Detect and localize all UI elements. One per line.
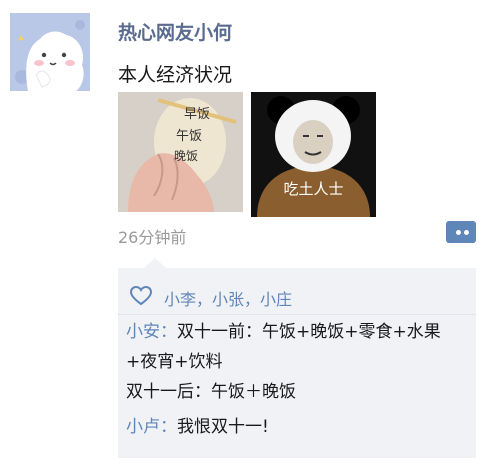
- post-image-hand-bun[interactable]: 早饭 午饭 晚饭: [118, 92, 243, 212]
- commenter-separator: ：: [160, 322, 177, 342]
- comment-text: 双十一后：午饭＋晚饭: [126, 382, 296, 402]
- heart-icon: [130, 286, 152, 306]
- meme-caption: 吃土人士: [283, 180, 344, 198]
- avatar-illustration: [10, 13, 90, 91]
- more-options-button[interactable]: [446, 221, 476, 243]
- likes-names[interactable]: 小李，小张，小庄: [164, 286, 292, 310]
- more-options-icon-dot: [464, 230, 469, 235]
- comment-text: 我恨双十一!: [177, 417, 269, 437]
- post-text: 本人经济状况: [118, 64, 233, 86]
- comment[interactable]: 双十一后：午饭＋晚饭: [126, 377, 471, 407]
- commenter-name[interactable]: 小卢: [126, 417, 160, 437]
- commenter-separator: ：: [160, 417, 177, 437]
- comment[interactable]: 小卢：我恨双十一!: [126, 412, 471, 442]
- handwriting-line-3: 晚饭: [174, 149, 198, 163]
- author-name[interactable]: 热心网友小何: [118, 18, 232, 45]
- divider: [118, 314, 476, 315]
- handwriting-line-1: 早饭: [184, 107, 210, 122]
- hand-bun-photo: 早饭 午饭 晚饭: [118, 92, 243, 212]
- post-timestamp: 26分钟前: [118, 228, 187, 247]
- comment[interactable]: 小安：双十一前：午饭+晚饭+零食+水果+夜宵+饮料: [126, 317, 471, 377]
- commenter-name[interactable]: 小安: [126, 322, 160, 342]
- post-image-panda-meme[interactable]: 吃土人士: [251, 92, 376, 217]
- interaction-pointer: [144, 258, 166, 268]
- avatar[interactable]: [10, 13, 90, 91]
- handwriting-line-2: 午饭: [176, 129, 202, 144]
- more-options-icon: [456, 230, 461, 235]
